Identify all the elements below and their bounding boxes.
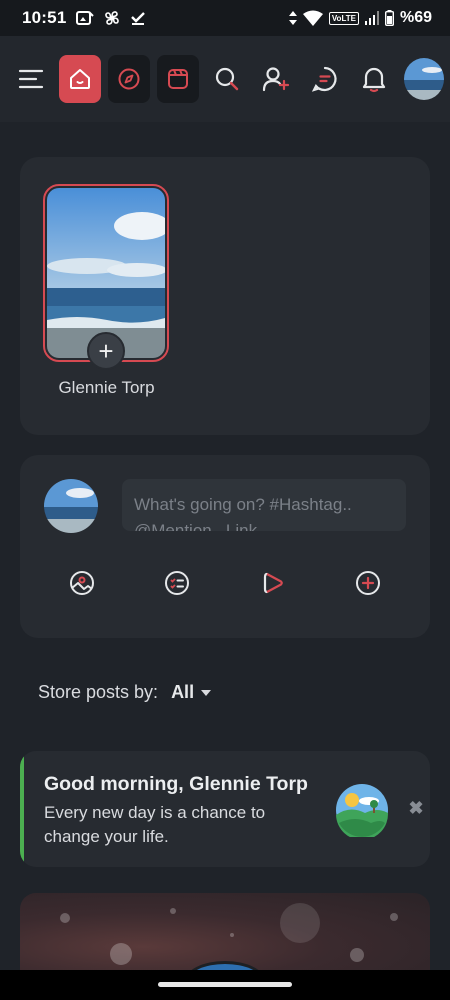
video-icon [263, 572, 283, 594]
profile-avatar[interactable] [403, 58, 444, 100]
greeting-title: Good morning, Glennie Torp [44, 773, 308, 795]
greeting-card: Good morning, Glennie Torp Every new day… [20, 751, 430, 867]
data-arrows-icon [288, 11, 297, 25]
photo-icon [69, 571, 94, 595]
explore-tab[interactable] [107, 55, 150, 103]
photo-notification-icon [76, 11, 95, 25]
pinwheel-notification-icon [105, 11, 120, 25]
greeting-message: Every new day is a chance to change your… [44, 803, 266, 846]
story-user-name: Glennie Torp [58, 378, 155, 397]
battery-percentage: %69 [399, 9, 432, 26]
download-done-icon [131, 12, 146, 25]
status-notification-icons [76, 9, 146, 27]
add-friend-button[interactable] [255, 55, 297, 103]
gesture-navigation-bar [0, 970, 450, 1000]
close-icon[interactable]: ✖ [407, 799, 425, 817]
messages-button[interactable] [304, 55, 346, 103]
home-tab[interactable] [58, 55, 101, 103]
battery-icon [384, 10, 394, 26]
stories-card: + Glennie Torp [20, 157, 430, 435]
status-time: 10:51 [22, 8, 67, 27]
notifications-button[interactable] [353, 55, 395, 103]
volte-badge: VoLTE [328, 11, 359, 25]
add-photo-button[interactable] [60, 561, 104, 605]
post-composer: What's going on? #Hashtag.. @Mention.. L… [20, 455, 430, 638]
menu-button[interactable] [10, 55, 52, 103]
top-navigation [0, 36, 450, 122]
sunny-landscape-icon [336, 784, 389, 837]
wifi-icon [302, 10, 323, 26]
sort-posts-row: Store posts by: All [38, 682, 212, 703]
add-poll-button[interactable] [155, 561, 199, 605]
composer-actions [20, 561, 430, 605]
search-icon [215, 67, 239, 91]
composer-avatar [44, 479, 98, 533]
greeting-accent-bar [20, 751, 24, 867]
poll-icon [165, 571, 190, 595]
reels-tab[interactable] [156, 55, 199, 103]
add-circle-icon [356, 571, 381, 595]
status-bar: 10:51 VoLTE %69 [0, 0, 450, 36]
reels-icon [167, 69, 188, 89]
avatar-beach-image [403, 58, 444, 100]
messages-icon [311, 66, 337, 92]
home-icon [69, 69, 90, 89]
signal-icon [364, 11, 379, 25]
add-user-icon [262, 67, 290, 92]
search-button[interactable] [206, 55, 248, 103]
menu-icon [18, 69, 44, 89]
add-story-button[interactable]: + [87, 332, 125, 370]
chevron-down-icon[interactable] [201, 689, 212, 696]
explore-icon [118, 68, 140, 90]
more-options-button[interactable] [346, 561, 390, 605]
sort-label: Store posts by: [38, 682, 159, 702]
add-video-button[interactable] [251, 561, 295, 605]
sort-dropdown-value[interactable]: All [171, 682, 194, 703]
status-system-icons: VoLTE %69 [288, 9, 432, 27]
notifications-icon [362, 67, 385, 93]
post-input[interactable]: What's going on? #Hashtag.. @Mention.. L… [122, 479, 406, 531]
home-gesture-handle[interactable] [158, 982, 292, 987]
